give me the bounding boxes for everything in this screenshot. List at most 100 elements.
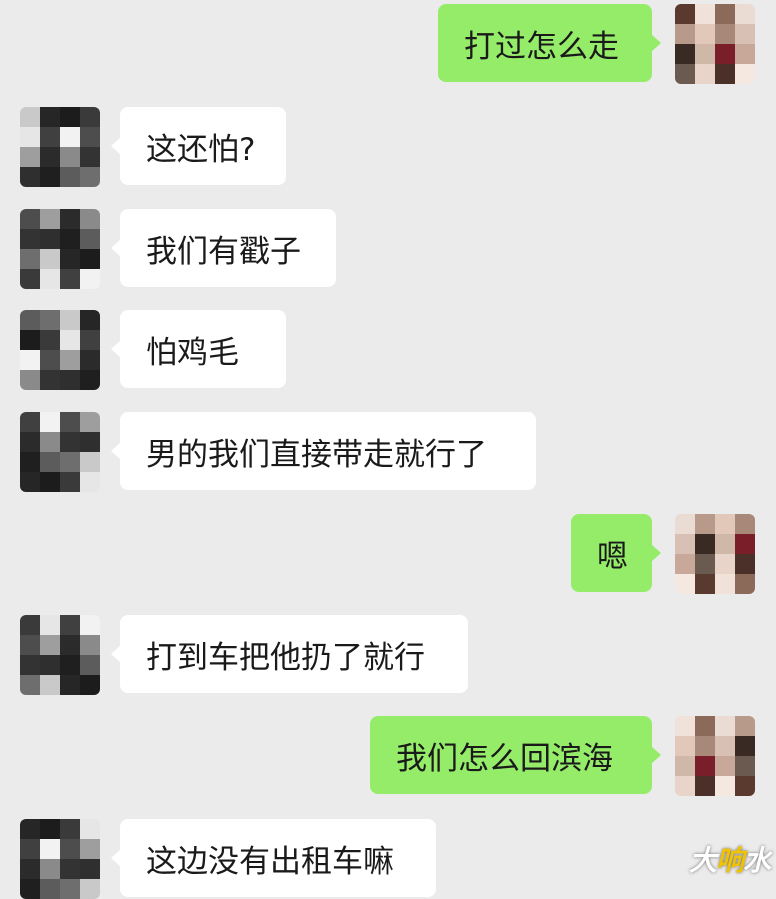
avatar-pixel [80,432,100,452]
avatar-pixel [80,472,100,492]
avatar-pixel [20,330,40,350]
avatar[interactable] [20,310,100,390]
avatar-pixel [715,736,735,756]
avatar-pixel [20,209,40,229]
message-bubble-incoming[interactable]: 男的我们直接带走就行了 [111,412,536,490]
avatar-pixel [675,736,695,756]
message-row: 这边没有出租车嘛 [0,819,776,899]
avatar-pixel [695,24,715,44]
avatar-pixel [60,655,80,675]
avatar-pixel [735,716,755,736]
avatar-pixel [40,615,60,635]
chat-area[interactable]: 打过怎么走 这还怕? 我们有戳子 怕鸡毛 男的我们直接带走就行了 嗯 打到车把他… [0,0,776,899]
message-bubble-incoming[interactable]: 这还怕? [111,107,286,185]
message-row: 打到车把他扔了就行 [0,615,776,695]
avatar-pixel [80,147,100,167]
message-bubble-outgoing[interactable]: 我们怎么回滨海 [370,716,661,794]
avatar-pixel [695,4,715,24]
avatar-pixel [715,44,735,64]
avatar-pixel [40,229,60,249]
message-text: 我们怎么回滨海 [396,740,613,777]
avatar-pixel [735,534,755,554]
avatar-pixel [20,370,40,390]
message-bubble-outgoing[interactable]: 打过怎么走 [438,4,661,82]
avatar-pixel [40,330,60,350]
avatar-pixel [735,24,755,44]
avatar-pixel [675,24,695,44]
avatar[interactable] [20,615,100,695]
avatar-pixel [80,839,100,859]
avatar-pixel [80,675,100,695]
avatar-pixel [40,350,60,370]
avatar-pixel [20,879,40,899]
avatar-pixel [715,776,735,796]
avatar-pixel [20,859,40,879]
avatar-pixel [715,534,735,554]
avatar-pixel [715,64,735,84]
message-bubble-incoming[interactable]: 怕鸡毛 [111,310,286,388]
avatar-pixel [60,330,80,350]
avatar-pixel [80,370,100,390]
avatar-pixel [20,819,40,839]
message-row: 男的我们直接带走就行了 [0,412,776,492]
avatar-pixel [80,635,100,655]
avatar-pixel [715,4,735,24]
message-text: 打到车把他扔了就行 [146,639,425,676]
avatar-pixel [715,514,735,534]
avatar-pixel [735,554,755,574]
avatar-pixel [80,310,100,330]
avatar-pixel [695,44,715,64]
avatar-pixel [60,370,80,390]
avatar-pixel [715,716,735,736]
message-bubble-incoming[interactable]: 打到车把他扔了就行 [111,615,468,693]
avatar-pixel [60,615,80,635]
avatar-pixel [20,229,40,249]
avatar-pixel [60,859,80,879]
avatar[interactable] [20,107,100,187]
avatar-pixel [735,736,755,756]
avatar-pixel [695,736,715,756]
avatar-pixel [60,229,80,249]
message-bubble-incoming[interactable]: 我们有戳子 [111,209,336,287]
avatar[interactable] [675,716,755,796]
avatar-pixel [20,310,40,330]
avatar-pixel [715,756,735,776]
avatar-pixel [40,472,60,492]
message-bubble-outgoing[interactable]: 嗯 [571,514,661,592]
avatar-pixel [80,859,100,879]
avatar-pixel [40,269,60,289]
avatar-pixel [20,249,40,269]
avatar-pixel [695,756,715,776]
avatar-pixel [675,756,695,776]
avatar-pixel [695,64,715,84]
avatar-pixel [695,534,715,554]
avatar[interactable] [20,209,100,289]
avatar-pixel [675,64,695,84]
avatar-pixel [675,44,695,64]
message-text: 嗯 [597,538,628,575]
avatar[interactable] [675,4,755,84]
avatar-pixel [40,819,60,839]
avatar-pixel [20,432,40,452]
avatar[interactable] [675,514,755,594]
avatar-pixel [60,432,80,452]
message-text: 这还怕? [146,131,256,168]
avatar-pixel [40,432,60,452]
avatar[interactable] [20,412,100,492]
avatar-pixel [60,269,80,289]
message-row: 这还怕? [0,107,776,187]
avatar-pixel [695,716,715,736]
avatar-pixel [675,574,695,594]
message-row: 我们怎么回滨海 [0,716,776,796]
avatar-pixel [40,147,60,167]
avatar-pixel [60,819,80,839]
message-bubble-incoming[interactable]: 这边没有出租车嘛 [111,819,436,897]
avatar-pixel [80,229,100,249]
avatar-pixel [715,554,735,574]
avatar-pixel [40,839,60,859]
avatar-pixel [60,209,80,229]
watermark-logo: 大响水 [688,844,771,877]
avatar-pixel [20,472,40,492]
avatar[interactable] [20,819,100,899]
avatar-pixel [20,452,40,472]
